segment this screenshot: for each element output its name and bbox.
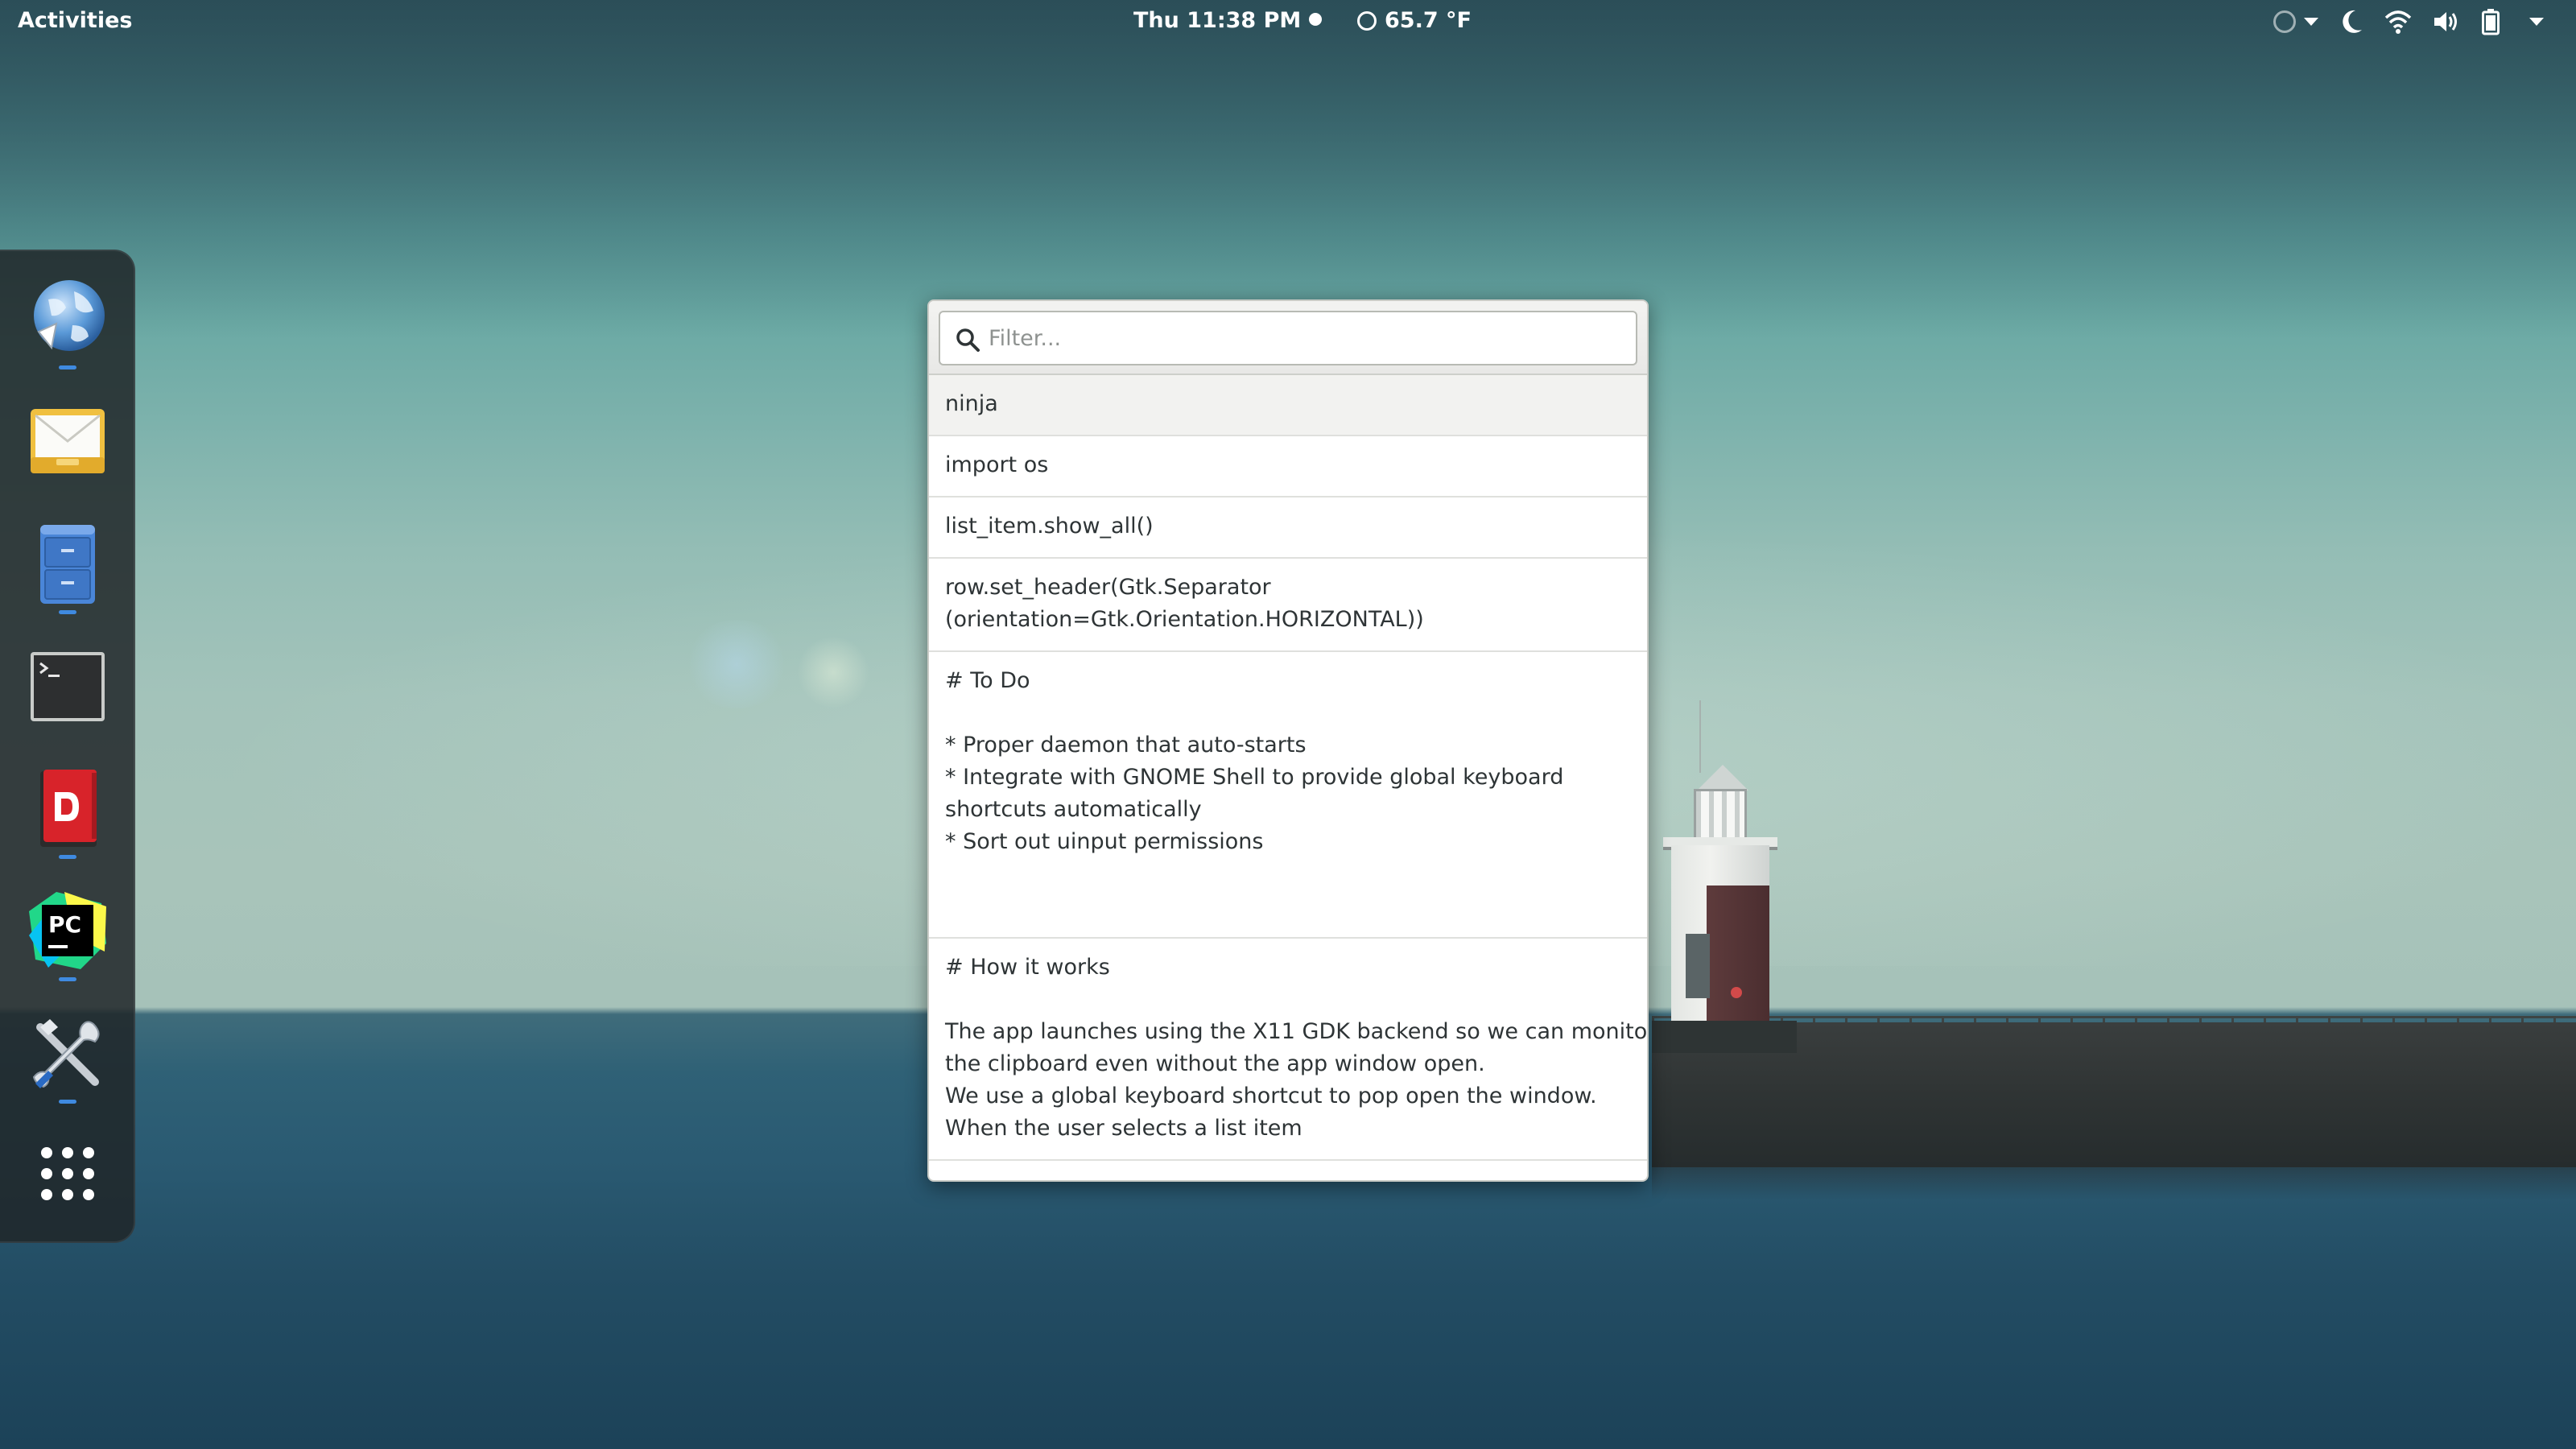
running-indicator — [59, 1100, 76, 1104]
status-menu-button[interactable] — [2273, 10, 2318, 33]
volume-icon — [2434, 12, 2457, 31]
lens-flare — [797, 636, 869, 708]
clock-label: Thu 11:38 PM — [1133, 8, 1302, 33]
clipboard-item-text-line: * Integrate with GNOME Shell to provide … — [945, 765, 1564, 790]
running-indicator — [59, 365, 76, 369]
activities-button[interactable]: Activities — [18, 8, 132, 33]
system-tray — [2273, 8, 2544, 35]
clipboard-list-item[interactable]: import os — [929, 436, 1647, 497]
clipboard-item-text-line — [945, 858, 1631, 890]
clock-button[interactable]: Thu 11:38 PM — [1133, 8, 1323, 33]
dash-app-web-browser[interactable] — [24, 275, 111, 362]
weather-indicator[interactable]: 65.7 °F — [1357, 8, 1472, 33]
lighthouse-roof — [1697, 765, 1748, 791]
lighthouse-light — [1731, 987, 1742, 998]
pycharm-icon: PC — [29, 892, 106, 969]
top-bar: Activities Thu 11:38 PM 65.7 °F — [0, 0, 2576, 45]
status-circle-icon — [2273, 10, 2296, 33]
running-indicator — [59, 855, 76, 859]
lighthouse-door — [1686, 934, 1710, 998]
app-grid-icon — [41, 1147, 94, 1200]
dash-app-pycharm[interactable]: PC — [24, 887, 111, 974]
svg-text:PC: PC — [48, 911, 81, 938]
chevron-down-icon — [2304, 18, 2318, 26]
clipboard-item-text-line: # How it works — [945, 955, 1110, 980]
clipboard-item-text-line: * Proper daemon that auto-starts — [945, 733, 1307, 758]
wifi-icon — [2384, 10, 2412, 34]
clipboard-list: ninja import os list_item.show_all() row.se… — [929, 375, 1647, 1180]
battery-icon — [2482, 9, 2500, 35]
clipboard-list-item[interactable]: row.set_header(Gtk.Separator (orientation… — [929, 559, 1647, 652]
weather-icon — [1357, 10, 1377, 31]
envelope-icon — [31, 409, 105, 473]
clipboard-item-text-line: * Sort out uinput permissions — [945, 829, 1264, 854]
search-icon — [956, 328, 980, 352]
clipboard-item-text-line: the clipboard even without the app windo… — [945, 1051, 1485, 1076]
clipboard-item-text-line: list_item.show_all() — [945, 514, 1154, 539]
lighthouse-band — [1707, 886, 1769, 1030]
running-indicator — [59, 977, 76, 981]
night-light-icon — [2343, 10, 2362, 33]
dash-app-terminal[interactable] — [24, 642, 111, 729]
chevron-down-icon — [2529, 18, 2544, 26]
show-applications-button[interactable] — [24, 1130, 111, 1217]
system-menu-button[interactable] — [2341, 8, 2544, 35]
filter-header — [929, 301, 1647, 375]
dash-app-mail[interactable] — [24, 398, 111, 485]
clipboard-item-text-line: import os — [945, 452, 1049, 477]
lighthouse-lantern — [1694, 789, 1747, 840]
clipboard-item-text-line — [945, 697, 1631, 729]
dash-app-devhelp[interactable] — [24, 765, 111, 852]
clipboard-item-text-line: (orientation=Gtk.Orientation.HORIZONTAL)… — [945, 607, 1424, 632]
clipboard-item-text-line: # To Do — [945, 668, 1030, 693]
filter-field[interactable] — [939, 311, 1637, 365]
terminal-icon — [31, 652, 105, 721]
dash-app-files[interactable] — [24, 520, 111, 607]
clipboard-item-text-line: The app launches using the X11 GDK backe… — [945, 1019, 1649, 1044]
book-d-icon — [40, 770, 97, 847]
clipboard-item-text-line: shortcuts automatically — [945, 797, 1202, 822]
pier-reflection — [1652, 1167, 2576, 1199]
clipboard-item-text-line — [945, 890, 1631, 923]
lens-flare — [684, 620, 789, 708]
lighthouse-base — [1652, 1021, 1797, 1053]
clipboard-list-item[interactable]: ninja — [929, 375, 1647, 436]
running-indicator — [59, 610, 76, 614]
globe-icon — [34, 280, 105, 351]
clipboard-item-text-line: row.set_header(Gtk.Separator — [945, 575, 1271, 600]
clipboard-item-text-line: When the user selects a list item — [945, 1116, 1302, 1141]
clipboard-item-text-line — [945, 984, 1631, 1016]
clipboard-item-text-line: ninja — [945, 391, 998, 416]
tools-icon — [32, 1019, 100, 1088]
clipboard-item-text-line: We use a global keyboard shortcut to pop… — [945, 1084, 1597, 1108]
dash-app-builder[interactable] — [24, 1009, 111, 1096]
file-cabinet-icon — [40, 525, 95, 604]
lighthouse-mast — [1699, 700, 1701, 773]
notification-dot-icon — [1309, 12, 1323, 26]
dash: PC — [0, 250, 135, 1243]
clipboard-popup: ninja import os list_item.show_all() row.se… — [927, 299, 1649, 1182]
clipboard-list-item[interactable]: list_item.show_all() — [929, 497, 1647, 559]
filter-input[interactable] — [989, 317, 1624, 359]
clipboard-list-item[interactable]: # How it works The app launches using the… — [929, 939, 1647, 1161]
weather-label: 65.7 °F — [1385, 8, 1472, 33]
clipboard-list-item[interactable]: # To Do * Proper daemon that auto-starts *… — [929, 652, 1647, 939]
wallpaper-clouds — [0, 0, 2576, 338]
